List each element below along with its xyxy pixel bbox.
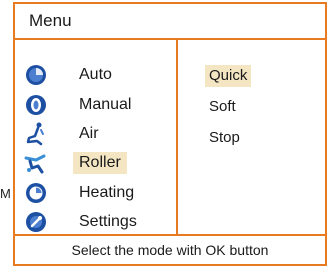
settings-icon [23, 209, 49, 235]
menu-item-roller[interactable]: Roller [23, 150, 173, 176]
menu-item-label: Roller [73, 152, 127, 174]
roller-mode-icon [23, 150, 49, 176]
menu-item-label: Settings [79, 213, 137, 230]
submenu-item-stop[interactable]: Stop [205, 127, 244, 149]
menu-item-settings[interactable]: Settings [23, 209, 173, 235]
heating-mode-icon [23, 180, 49, 206]
column-divider [176, 40, 178, 236]
manual-mode-icon [23, 92, 49, 118]
menu-item-auto[interactable]: Auto [23, 62, 173, 88]
menu-item-air[interactable]: Air [23, 121, 173, 147]
submenu-item-soft[interactable]: Soft [205, 96, 240, 118]
air-mode-icon [23, 121, 49, 147]
menu-item-manual[interactable]: Manual [23, 92, 173, 118]
menu-title: Menu [29, 11, 72, 30]
submenu-item-quick[interactable]: Quick [205, 65, 252, 87]
outside-letter: M [0, 187, 10, 201]
menu-item-label: Air [79, 125, 99, 142]
footer-hint: Select the mode with OK button [71, 242, 269, 258]
menu-item-label: Manual [79, 96, 132, 113]
menu-header: Menu [15, 4, 325, 40]
menu-item-heating[interactable]: Heating [23, 180, 173, 206]
auto-mode-icon [23, 62, 49, 88]
menu-item-label: Auto [79, 66, 112, 83]
menu-footer: Select the mode with OK button [15, 234, 325, 264]
menu-panel: Menu Auto Manual Air Roller Heating Sett… [13, 2, 327, 266]
menu-item-label: Heating [79, 184, 135, 201]
